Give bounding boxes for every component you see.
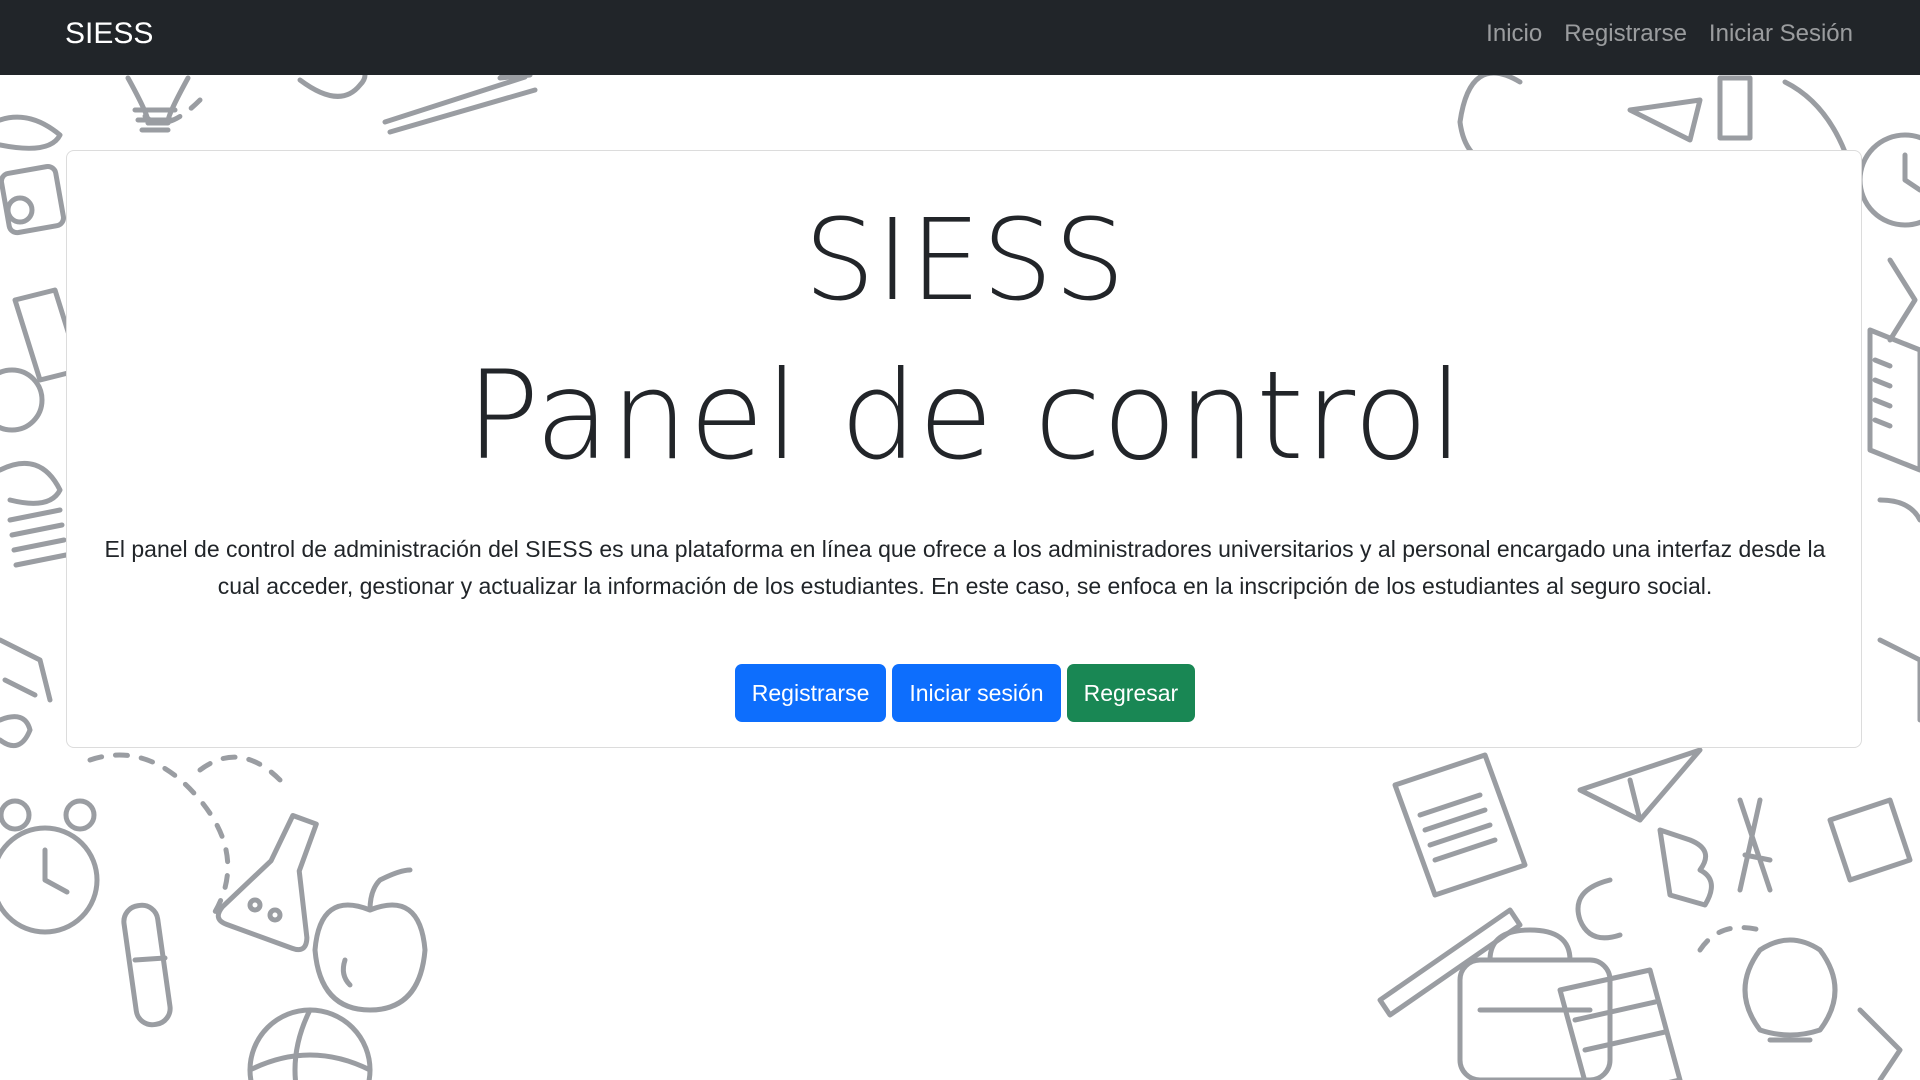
lightbulb-icon [125, 75, 191, 133]
nav-link-iniciar-sesion[interactable]: Iniciar Sesión [1709, 20, 1853, 56]
navbar-brand[interactable]: SIESS [65, 0, 153, 75]
hero-subtitle: Panel de control [465, 345, 1465, 487]
hero-card: SIESS Panel de control El panel de contr… [66, 150, 1862, 748]
hero-title: SIESS [803, 196, 1127, 326]
paper-plane-icon [1577, 747, 1703, 823]
document-icon [1392, 752, 1528, 898]
nav-link-inicio[interactable]: Inicio [1486, 20, 1542, 56]
alarm-clock-icon [0, 798, 100, 935]
book-icon [1557, 967, 1683, 1080]
flask-icon [215, 812, 319, 953]
page: SIESS Inicio Registrarse Iniciar Sesión … [0, 0, 1920, 1080]
backpack-icon [1457, 927, 1613, 1080]
navbar-links: Inicio Registrarse Iniciar Sesión [1486, 0, 1853, 75]
basketball-icon [247, 1007, 373, 1080]
register-button[interactable]: Registrarse [734, 664, 887, 722]
nav-link-registrarse[interactable]: Registrarse [1564, 20, 1687, 56]
apple-icon [312, 867, 428, 1013]
login-button[interactable]: Iniciar sesión [892, 664, 1061, 722]
ruler-icon [1867, 327, 1920, 473]
top-navbar: SIESS Inicio Registrarse Iniciar Sesión [0, 0, 1920, 75]
back-button[interactable]: Regresar [1066, 664, 1196, 722]
hero-description: El panel de control de administración de… [104, 536, 1826, 599]
action-buttons: Registrarse Iniciar sesión Regresar [67, 664, 1863, 722]
test-tube-icon [121, 902, 173, 1028]
